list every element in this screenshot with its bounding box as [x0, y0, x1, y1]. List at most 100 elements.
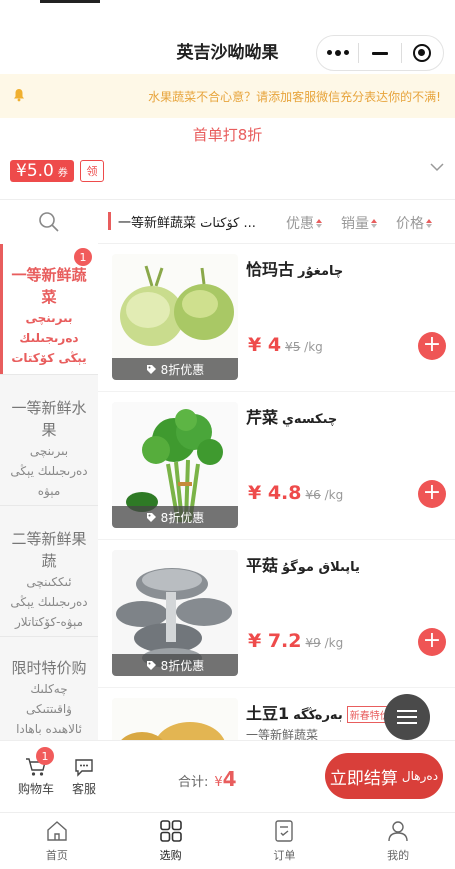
original-price: ¥6	[305, 488, 321, 502]
discount-label: 8折优惠	[160, 510, 205, 525]
sidebar-item-ug-label: بىرىنچى دەرىجىلىك يېڭى مېۋە	[10, 444, 88, 498]
product-name: 恰玛古 چامغۇر	[246, 256, 343, 280]
discount-ribbon: 8折优惠	[112, 358, 238, 380]
tab-label: 首页	[45, 849, 68, 862]
sort-arrows-icon	[316, 218, 322, 228]
cart-bar: 购物车 1 客服 合计: ¥4 立即结算 دەرھال	[0, 740, 455, 812]
checkout-label: 立即结算	[329, 768, 398, 789]
add-to-cart-button[interactable]: +	[418, 628, 446, 656]
header: 英吉沙呦呦果	[0, 4, 455, 74]
sidebar-item-fresh-fruit[interactable]: 一等新鲜水果 بىرىنچى دەرىجىلىك يېڭى مېۋە	[0, 375, 98, 505]
service-button[interactable]: 客服	[66, 757, 102, 797]
product-price: ¥ 4.8 ¥6 /kg	[248, 482, 343, 504]
currency-symbol: ¥	[214, 775, 223, 790]
current-price: ¥ 4.8	[248, 482, 302, 504]
claim-coupon-button[interactable]: 领	[80, 160, 104, 182]
sidebar-item-label: 二等新鲜果蔬	[11, 530, 87, 570]
old-price: ¥5 /kg	[285, 340, 323, 354]
current-category-label: 一等新鲜蔬菜 كۆكتات ...	[118, 216, 256, 231]
floating-menu-button[interactable]	[384, 694, 430, 740]
sidebar-item-flash-sale[interactable]: 限时特价购 چەكلىك ۋاقىتتىكى ئالاھىدە باھادا	[0, 637, 98, 740]
grid-icon	[159, 820, 182, 842]
product-image[interactable]: 8折优惠	[112, 550, 238, 676]
current-price: ¥ 4	[248, 334, 282, 356]
order-icon	[275, 820, 294, 842]
promo-area: 首单打8折 ¥5.0 券 领	[0, 118, 455, 198]
checkout-ug-label: دەرھال	[401, 769, 439, 783]
product-price: ¥ 7.2 ¥9 /kg	[248, 630, 343, 652]
sidebar-item-second-grade[interactable]: 二等新鲜果蔬 ئىككىنچى دەرىجىلىك يېڭى مېۋە-كۆكت…	[0, 506, 98, 636]
product-name: 芹菜 چىكسەي	[246, 404, 337, 428]
add-to-cart-button[interactable]: +	[418, 480, 446, 508]
checkout-button[interactable]: 立即结算 دەرھال	[325, 753, 443, 799]
sort-bar: 一等新鲜蔬菜 كۆكتات ... 优惠 销量 价格	[98, 200, 455, 244]
product-image[interactable]	[112, 698, 238, 740]
minimize-icon	[371, 51, 388, 55]
discount-ribbon: 8折优惠	[112, 506, 238, 528]
tag-icon	[146, 512, 156, 522]
product-card[interactable]: 8折优惠 恰玛古 چامغۇر ¥ 4 ¥5 /kg +	[98, 244, 455, 392]
tab-orders[interactable]: 订单	[228, 813, 342, 869]
tab-me[interactable]: 我的	[341, 813, 455, 869]
tag-icon	[146, 660, 156, 670]
tab-home[interactable]: 首页	[0, 813, 114, 869]
sidebar-search-button[interactable]	[0, 200, 98, 244]
service-label: 客服	[71, 782, 96, 796]
product-name-zh: 芹菜	[246, 408, 279, 427]
category-count-badge: 1	[74, 248, 92, 266]
product-name-zh: 土豆1	[246, 704, 290, 723]
tab-label: 我的	[387, 849, 410, 862]
category-sidebar: 一等新鲜蔬菜 بىرىنچى دەرىجىلىك يېڭى كۆكتات 1 一…	[0, 200, 98, 740]
sort-arrows-icon	[371, 218, 377, 228]
chat-icon	[75, 759, 93, 777]
sort-sales-button[interactable]: 销量	[341, 213, 377, 233]
original-price: ¥9	[305, 636, 321, 650]
notice-bar[interactable]: 水果蔬菜不合心意？请添加客服微信充分表达你的不满!	[0, 74, 455, 118]
home-icon	[47, 821, 67, 841]
sidebar-item-ug-label: بىرىنچى دەرىجىلىك يېڭى كۆكتات	[11, 311, 87, 365]
miniprogram-capsule	[316, 35, 444, 71]
tab-browse[interactable]: 选购	[114, 813, 228, 869]
close-target-icon	[413, 44, 432, 62]
product-card[interactable]: 8折优惠 芹菜 چىكسەي ¥ 4.8 ¥6 /kg +	[98, 392, 455, 540]
product-image[interactable]: 8折优惠	[112, 402, 238, 528]
product-name: 土豆1 بەرەڭگە 新春特价	[246, 700, 393, 724]
tab-label: 选购	[159, 849, 182, 862]
product-image[interactable]: 8折优惠	[112, 254, 238, 380]
sort-discount-button[interactable]: 优惠	[286, 213, 322, 233]
sort-label: 销量	[341, 216, 369, 232]
sidebar-item-label: 限时特价购	[11, 659, 87, 677]
add-to-cart-button[interactable]: +	[418, 332, 446, 360]
product-card[interactable]: 8折优惠 平菇 ياپىلاق موگۇ ¥ 7.2 ¥9 /kg +	[98, 540, 455, 688]
product-name-ug: چىكسەي	[282, 412, 338, 427]
sort-arrows-icon	[426, 218, 432, 228]
cart-count-badge: 1	[36, 747, 54, 765]
notice-text: 水果蔬菜不合心意？请添加客服微信充分表达你的不满!	[148, 90, 441, 104]
coupon-badge[interactable]: ¥5.0 券	[10, 160, 74, 182]
original-price: ¥5	[285, 340, 301, 354]
chevron-down-icon[interactable]	[430, 160, 444, 174]
sort-price-button[interactable]: 价格	[396, 213, 432, 233]
minimize-button[interactable]	[359, 36, 400, 70]
more-button[interactable]	[317, 36, 358, 70]
product-name-ug: بەرەڭگە	[293, 708, 343, 723]
menu-line	[397, 722, 417, 724]
close-button[interactable]	[402, 36, 443, 70]
total-amount: 4	[222, 767, 237, 791]
status-indicator	[40, 0, 100, 3]
cart-button[interactable]: 购物车	[14, 757, 58, 797]
first-order-discount: 首单打8折	[192, 126, 263, 144]
potato-image	[112, 698, 238, 740]
more-dots-icon	[326, 50, 349, 56]
menu-line	[397, 716, 417, 718]
product-category: 一等新鲜蔬菜	[246, 728, 319, 740]
sidebar-item-label: 一等新鲜蔬菜	[11, 266, 87, 306]
product-name-ug: چامغۇر	[298, 264, 344, 279]
category-marker	[108, 212, 111, 230]
discount-ribbon: 8折优惠	[112, 654, 238, 676]
product-name-ug: ياپىلاق موگۇ	[282, 560, 360, 575]
app-root: 英吉沙呦呦果 水果蔬菜不合心意？请添加客服微信充分表达你的不满! 首单打8折 ¥…	[0, 0, 455, 869]
discount-label: 8折优惠	[160, 362, 205, 377]
total-label: 合计:	[178, 775, 209, 790]
sort-label: 价格	[396, 216, 424, 232]
